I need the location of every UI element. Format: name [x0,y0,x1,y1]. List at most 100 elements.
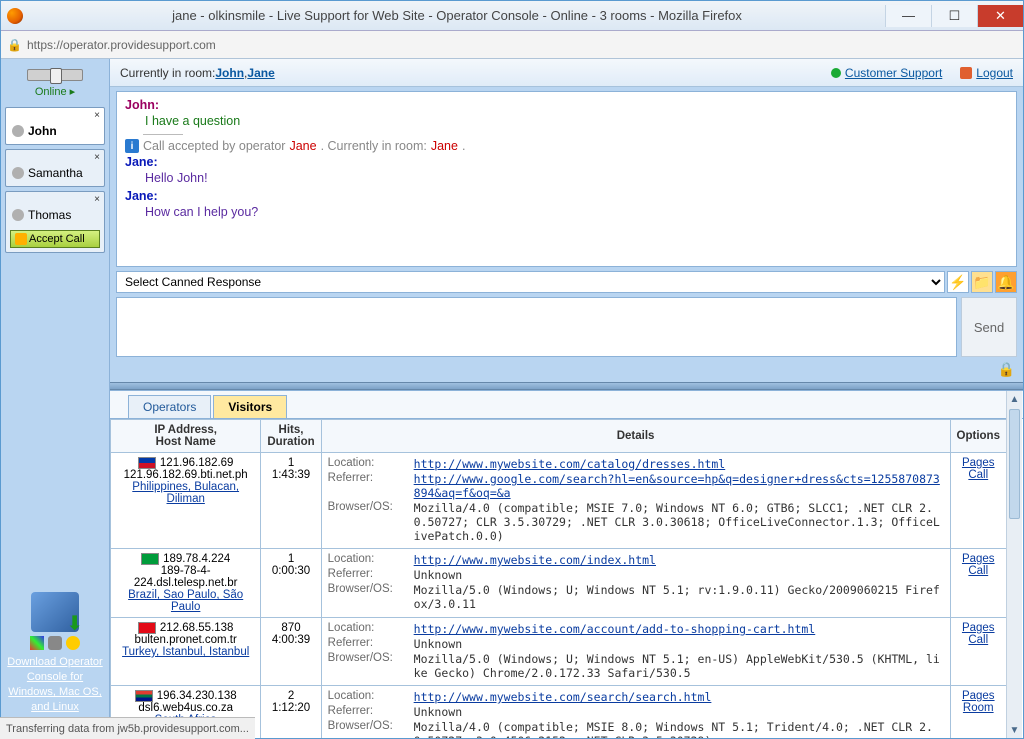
region-link[interactable]: Turkey, Istanbul, Istanbul [122,646,249,658]
tab-visitors[interactable]: Visitors [213,395,287,418]
close-icon[interactable]: × [94,110,100,121]
cell-options: PagesRoom [950,686,1006,738]
option-link-call[interactable]: Call [957,634,1000,646]
visitors-table: IP Address, Host Name Hits, Duration Det… [110,419,1007,738]
bell-icon [15,233,27,245]
chat-transcript[interactable]: John:I have a questioni Call accepted by… [116,91,1017,267]
cell-details: Location:http://www.mywebsite.com/accoun… [321,618,950,686]
message-text: How can I help you? [125,203,1008,223]
person-icon [12,209,24,221]
send-button[interactable]: Send [961,297,1017,357]
folder-button[interactable]: 📁 [971,271,993,293]
col-hits[interactable]: Hits, Duration [261,420,321,453]
window-titlebar[interactable]: jane - olkinsmile - Live Support for Web… [1,1,1023,31]
option-link-pages[interactable]: Pages [957,690,1000,702]
download-console[interactable]: Download Operator Console for Windows, M… [1,584,109,738]
logout-icon [960,67,972,79]
window-title: jane - olkinsmile - Live Support for Web… [29,8,885,23]
status-slider[interactable] [27,69,83,81]
room-tab-label: Samantha [6,150,104,186]
window-close-button[interactable]: ✕ [977,5,1023,27]
option-link-pages[interactable]: Pages [957,553,1000,565]
option-link-pages[interactable]: Pages [957,622,1000,634]
url-text: https://operator.providesupport.com [27,38,216,52]
room-tab-john[interactable]: ×John [5,107,105,145]
sidebar: Online ▸ ×John×Samantha×ThomasAccept Cal… [1,59,110,738]
cell-options: PagesCall [950,549,1006,618]
cell-ip: 121.96.182.69121.96.182.69.bti.net.phPhi… [111,453,261,549]
cell-hits: 11:43:39 [261,453,321,549]
download-icon [31,592,79,632]
table-row: 121.96.182.69121.96.182.69.bti.net.phPhi… [111,453,1007,549]
bell-button[interactable]: 🔔 [995,271,1017,293]
option-link-pages[interactable]: Pages [957,457,1000,469]
mac-icon [48,636,62,650]
browser-statusbar: Transferring data from jw5b.providesuppo… [0,717,255,739]
message-text: Hello John! [125,169,1008,189]
room-tab-thomas[interactable]: ×Thomas Accept Call [5,191,105,253]
col-details[interactable]: Details [321,420,950,453]
option-link-call[interactable]: Call [957,469,1000,481]
window-minimize-button[interactable]: — [885,5,931,27]
tab-operators[interactable]: Operators [128,395,211,418]
system-message: i Call accepted by operator Jane. Curren… [125,137,1008,155]
message-sender: Jane: [125,189,1008,203]
location-link[interactable]: http://www.mywebsite.com/search/search.h… [414,690,712,704]
option-link-call[interactable]: Call [957,565,1000,577]
option-link-room[interactable]: Room [957,702,1000,714]
canned-response-select[interactable]: Select Canned Response [116,271,945,293]
person-icon [12,167,24,179]
scroll-down-icon[interactable]: ▼ [1007,722,1022,738]
room-link-john[interactable]: John [215,66,244,80]
room-bar-prefix: Currently in room: [120,66,215,80]
location-link[interactable]: http://www.mywebsite.com/account/add-to-… [414,622,816,636]
room-tab-label: Thomas [6,192,104,228]
window-maximize-button[interactable]: ☐ [931,5,977,27]
horizontal-splitter[interactable] [110,382,1023,390]
location-link[interactable]: http://www.mywebsite.com/index.html [414,553,656,567]
padlock-icon[interactable]: 🔒 [998,361,1015,377]
info-icon: i [125,139,139,153]
cell-ip: 189.78.4.224189-78-4-224.dsl.telesp.net.… [111,549,261,618]
online-dot-icon [831,68,841,78]
flag-icon [141,553,159,565]
flag-icon [138,622,156,634]
room-tab-samantha[interactable]: ×Samantha [5,149,105,187]
table-row: 212.68.55.138bulten.pronet.com.trTurkey,… [111,618,1007,686]
cell-hits: 10:00:30 [261,549,321,618]
cell-ip: 212.68.55.138bulten.pronet.com.trTurkey,… [111,618,261,686]
customer-support-link[interactable]: Customer Support [831,66,942,80]
linux-icon [66,636,80,650]
cell-details: Location:http://www.mywebsite.com/index.… [321,549,950,618]
cell-hits: 8704:00:39 [261,618,321,686]
close-icon[interactable]: × [94,194,100,205]
table-row: 189.78.4.224189-78-4-224.dsl.telesp.net.… [111,549,1007,618]
accept-call-button[interactable]: Accept Call [10,230,100,248]
download-link[interactable]: Download Operator Console for Windows, M… [7,656,102,713]
operator-status[interactable]: Online ▸ [1,59,109,107]
cell-details: Location:http://www.mywebsite.com/catalo… [321,453,950,549]
windows-icon [30,636,44,650]
col-ip[interactable]: IP Address, Host Name [111,420,261,453]
region-link[interactable]: Philippines, Bulacan, Diliman [132,481,239,505]
message-sender: John: [125,98,1008,112]
status-label: Online ▸ [35,85,75,98]
logout-link[interactable]: Logout [960,66,1013,80]
location-link[interactable]: http://www.mywebsite.com/catalog/dresses… [414,457,726,471]
vertical-scrollbar[interactable]: ▲ ▼ [1006,391,1022,738]
flag-icon [138,457,156,469]
scroll-up-icon[interactable]: ▲ [1007,391,1022,407]
person-icon [12,125,24,137]
message-input[interactable] [116,297,957,357]
bolt-button[interactable]: ⚡ [947,271,969,293]
scroll-thumb[interactable] [1009,409,1020,519]
address-bar[interactable]: 🔒 https://operator.providesupport.com [1,31,1023,59]
region-link[interactable]: Brazil, Sao Paulo, São Paulo [128,589,243,613]
referrer-link[interactable]: http://www.google.com/search?hl=en&sourc… [414,472,940,500]
message-sender: Jane: [125,155,1008,169]
room-link-jane[interactable]: Jane [247,66,274,80]
close-icon[interactable]: × [94,152,100,163]
firefox-icon [7,8,23,24]
col-options[interactable]: Options [950,420,1006,453]
room-tab-label: John [6,108,104,144]
